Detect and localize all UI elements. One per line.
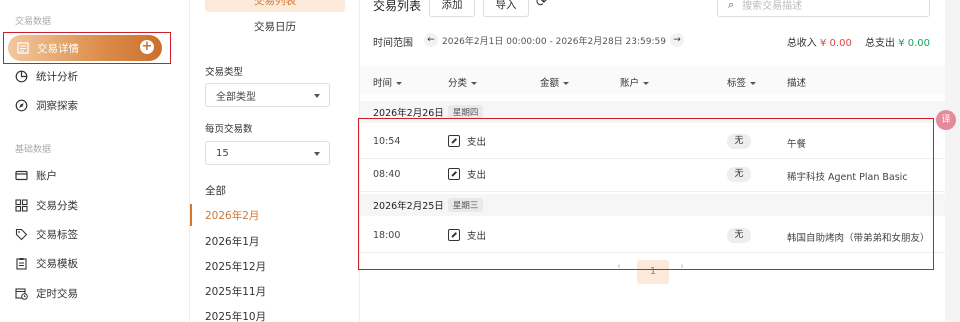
column-label: 分类	[448, 78, 468, 89]
card-icon	[15, 169, 28, 182]
sidebar-item-insights[interactable]: 洞察探索	[15, 95, 78, 115]
tab-transaction-calendar[interactable]: 交易日历	[205, 16, 345, 38]
caret-down-icon	[643, 82, 650, 85]
column-tag[interactable]: 标签	[727, 75, 757, 89]
month-item-2026-01[interactable]: 2026年1月	[205, 234, 259, 249]
sidebar-item-tags[interactable]: 交易标签	[15, 224, 78, 244]
type-label: 交易类型	[205, 67, 244, 78]
pagesize-label: 每页交易数	[205, 124, 253, 135]
chevron-down-icon	[314, 152, 320, 156]
caret-down-icon	[396, 82, 403, 85]
import-button[interactable]: 导入	[483, 0, 529, 17]
expense-label: 总支出	[865, 38, 895, 49]
income-label: 总收入	[786, 38, 817, 49]
column-amount[interactable]: 金额	[540, 75, 570, 89]
sidebar-item-label: 统计分析	[36, 70, 78, 83]
sidebar-item-accounts[interactable]: 账户	[15, 165, 57, 185]
sidebar-item-label: 洞察探索	[36, 99, 78, 112]
page-title: 交易列表	[373, 0, 422, 13]
sidebar-item-statistics[interactable]: 统计分析	[15, 66, 78, 86]
tab-transaction-list[interactable]: 交易列表	[205, 0, 345, 12]
column-account[interactable]: 账户	[620, 75, 650, 89]
translate-icon[interactable]: 译	[936, 110, 956, 130]
search-placeholder: 搜索交易描述	[742, 1, 803, 12]
month-item-2025-12[interactable]: 2025年12月	[205, 259, 266, 274]
active-month-indicator	[190, 204, 192, 226]
group-date: 2026年2月26日	[373, 108, 444, 119]
sidebar-item-label: 交易分类	[36, 199, 78, 212]
compass-icon	[15, 99, 28, 112]
column-label: 金额	[540, 78, 560, 89]
highlight-box-sidebar	[3, 32, 171, 64]
grid-icon	[15, 198, 28, 212]
totals-summary: 总收入 ¥ 0.00 总支出 ¥ 0.00	[787, 34, 930, 49]
sidebar-item-label: 账户	[36, 169, 57, 182]
column-label: 标签	[727, 78, 747, 89]
sidebar-item-scheduled[interactable]: 定时交易	[15, 283, 78, 303]
next-range-button[interactable]: →	[669, 33, 684, 47]
column-description: 描述	[787, 75, 806, 89]
range-value: 2026年2月1日 00:00:00 - 2026年2月28日 23:59:59	[442, 36, 666, 47]
tag-icon	[15, 228, 28, 241]
column-label: 账户	[620, 78, 640, 89]
caret-down-icon	[750, 82, 757, 85]
chevron-down-icon	[314, 94, 320, 98]
pagesize-select-value: 15	[216, 147, 229, 159]
search-icon: ⌕	[728, 0, 735, 11]
month-item-2025-11[interactable]: 2025年11月	[205, 284, 266, 299]
calendar-clock-icon	[15, 287, 28, 300]
month-item-2026-02[interactable]: 2026年2月	[205, 208, 259, 223]
month-item-all[interactable]: 全部	[205, 183, 226, 198]
column-time[interactable]: 时间	[373, 75, 403, 89]
column-label: 时间	[373, 78, 393, 89]
date-range: ← 2026年2月1日 00:00:00 - 2026年2月28日 23:59:…	[420, 32, 688, 48]
clipboard-icon	[15, 257, 28, 270]
table-header: 时间 分类 金额 账户 标签 描述	[360, 66, 945, 94]
type-select-value: 全部类型	[216, 91, 256, 103]
income-value: ¥ 0.00	[820, 38, 852, 49]
column-label: 描述	[787, 78, 807, 89]
add-button[interactable]: 添加	[429, 0, 475, 17]
caret-down-icon	[563, 82, 570, 85]
sidebar-item-templates[interactable]: 交易模板	[15, 253, 78, 273]
column-category[interactable]: 分类	[448, 75, 478, 89]
refresh-icon[interactable]: ⟳	[536, 0, 547, 10]
caret-down-icon	[471, 82, 478, 85]
highlight-box-transactions	[358, 118, 934, 270]
sidebar-item-label: 定时交易	[36, 287, 78, 300]
expense-value: ¥ 0.00	[898, 38, 930, 49]
sidebar-item-label: 交易模板	[36, 257, 78, 270]
filter-panel: 交易列表 交易日历 交易类型 全部类型 每页交易数 15 全部 2026年2月 …	[190, 0, 360, 322]
month-item-2025-10[interactable]: 2025年10月	[205, 309, 266, 322]
sidebar-section-base: 基础数据	[15, 145, 52, 155]
sidebar-item-label: 交易标签	[36, 228, 78, 241]
prev-range-button[interactable]: ←	[424, 33, 438, 47]
search-input[interactable]: ⌕ 搜索交易描述	[717, 0, 930, 17]
pie-chart-icon	[15, 70, 28, 83]
sidebar-section-trade: 交易数据	[15, 17, 52, 27]
type-select[interactable]: 全部类型	[205, 83, 330, 107]
group-weekday: 星期四	[447, 105, 484, 119]
pagesize-select[interactable]: 15	[205, 141, 330, 165]
sidebar-item-categories[interactable]: 交易分类	[15, 195, 78, 215]
range-label: 时间范围	[373, 38, 413, 49]
